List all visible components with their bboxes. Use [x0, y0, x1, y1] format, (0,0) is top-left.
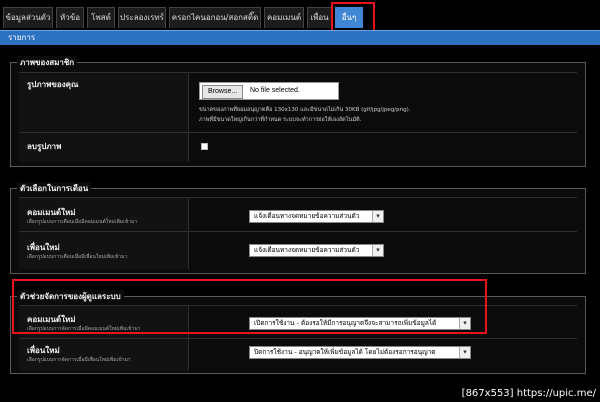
tab-profile[interactable]: ข้อมูลส่วนตัว — [3, 7, 53, 28]
notify-comment-row: คอมเมนต์ใหม่ เลือกรูปแบบการเตือนเมื่อมีค… — [19, 197, 577, 231]
manage-friend-select-value: ปิดการใช้งาน - อนุญาตให้เพิ่มข้อมูลได้ โ… — [254, 348, 436, 356]
tab-stickers[interactable]: ครอกไคนอกอน/สอกสติ๊ด — [169, 7, 261, 28]
photo-note-resize: ภาพที่มีขนาดใหญ่เกินกว่าที่กำหนด ระบบจะท… — [199, 117, 362, 123]
tab-rates[interactable]: ประลองเรทร์ — [118, 7, 166, 28]
notify-comment-select-value: แจ้งเตือนทางจดหมายข้อความส่วนตัว — [254, 212, 360, 220]
file-input[interactable]: Browse... No file selected. — [199, 82, 339, 100]
delete-photo-label: ลบรูปภาพ — [27, 142, 62, 151]
tab-topics[interactable]: หัวข้อ — [56, 7, 84, 28]
tab-comments[interactable]: คอมเมนต์ — [264, 7, 304, 28]
photo-note-size: ขนาดของภาพที่ยอมอนุญาตคือ 130x130 และมีข… — [199, 107, 411, 113]
notify-friend-select[interactable]: แจ้งเตือนทางจดหมายข้อความส่วนตัว ▾ — [249, 244, 384, 257]
manage-friend-desc: เลือกรูปแบบการจัดการเมื่อมีเพื่อนใหม่เพิ… — [27, 357, 131, 363]
manage-highlight-box — [12, 279, 487, 334]
notify-friend-select-value: แจ้งเตือนทางจดหมายข้อความส่วนตัว — [254, 246, 360, 254]
avatar-legend: ภาพของสมาชิก — [17, 56, 78, 69]
tab-posts[interactable]: โพสต์ — [87, 7, 115, 28]
chevron-down-icon: ▾ — [372, 245, 383, 256]
tab-bar: ข้อมูลส่วนตัว หัวข้อ โพสต์ ประลองเรทร์ ค… — [0, 0, 600, 35]
chevron-down-icon: ▾ — [459, 347, 470, 358]
photo-label: รูปภาพของคุณ — [27, 80, 79, 89]
tab-friends[interactable]: เพื่อน — [307, 7, 332, 28]
manage-friend-row: เพื่อนใหม่ เลือกรูปแบบการจัดการเมื่อมีเพ… — [19, 338, 577, 371]
notify-comment-select[interactable]: แจ้งเตือนทางจดหมายข้อความส่วนตัว ▾ — [249, 210, 384, 223]
manage-friend-select[interactable]: ปิดการใช้งาน - อนุญาตให้เพิ่มข้อมูลได้ โ… — [249, 346, 471, 359]
notify-comment-desc: เลือกรูปแบบการเตือนเมื่อมีคอมเมนต์ใหม่เพ… — [27, 219, 138, 225]
chevron-down-icon: ▾ — [372, 211, 383, 222]
delete-photo-checkbox[interactable] — [201, 143, 208, 150]
notify-legend: ตัวเลือกในการเตือน — [17, 182, 92, 195]
notify-fieldset: ตัวเลือกในการเตือน คอมเมนต์ใหม่ เลือกรูป… — [10, 182, 586, 274]
section-header: รายการ — [0, 30, 600, 45]
file-status: No file selected. — [250, 87, 300, 94]
photo-row: รูปภาพของคุณ Browse... No file selected.… — [19, 72, 577, 132]
watermark: [867x553] https://upic.me/ — [461, 388, 596, 399]
notify-friend-desc: เลือกรูปแบบการเตือนเมื่อมีเพื่อนใหม่เพิ่… — [27, 254, 128, 260]
avatar-fieldset: ภาพของสมาชิก รูปภาพของคุณ Browse... No f… — [10, 56, 586, 167]
browse-button[interactable]: Browse... — [202, 85, 244, 99]
notify-friend-row: เพื่อนใหม่ เลือกรูปแบบการเตือนเมื่อมีเพื… — [19, 231, 577, 269]
delete-photo-row: ลบรูปภาพ — [19, 132, 577, 162]
